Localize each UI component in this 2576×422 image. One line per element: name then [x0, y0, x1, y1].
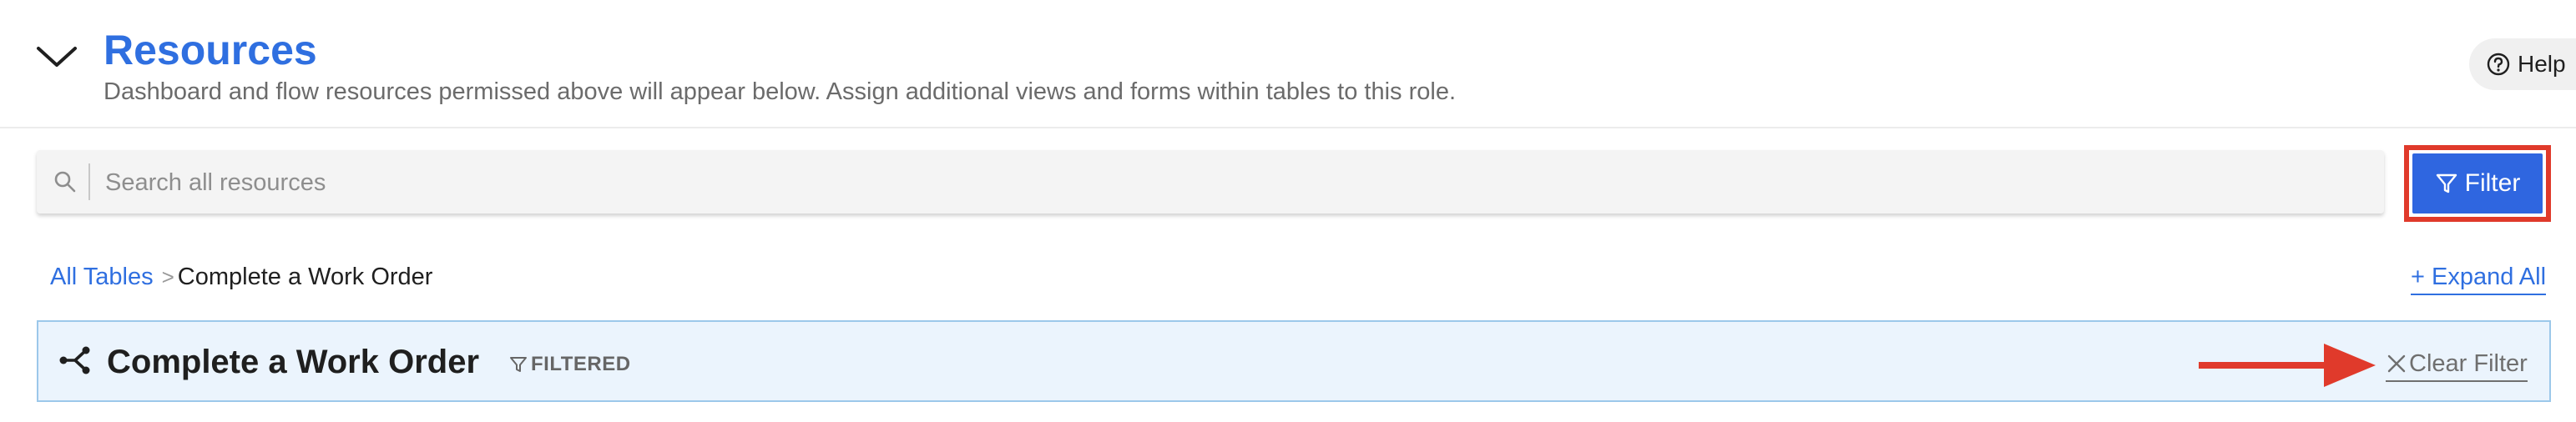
resources-header: Resources Dashboard and flow resources p…	[0, 0, 2576, 128]
chevron-down-icon[interactable]	[33, 40, 80, 73]
resource-group-row[interactable]: Complete a Work Order FILTERED	[37, 320, 2551, 402]
help-button[interactable]: Help	[2469, 38, 2576, 90]
clear-filter-label: Clear Filter	[2409, 350, 2528, 377]
clear-filter-button[interactable]: Clear Filter	[2386, 349, 2528, 382]
resources-page: Resources Dashboard and flow resources p…	[0, 0, 2576, 422]
search-input[interactable]	[104, 150, 2361, 215]
help-label: Help	[2518, 51, 2566, 77]
breadcrumb: All Tables > Complete a Work Order	[50, 262, 432, 292]
filter-button[interactable]: Filter	[2412, 153, 2543, 214]
filtered-badge: FILTERED	[509, 352, 631, 377]
breadcrumb-all-tables[interactable]: All Tables	[50, 262, 154, 292]
filter-label: Filter	[2464, 169, 2521, 197]
group-title: Complete a Work Order	[107, 344, 480, 380]
filtered-label: FILTERED	[531, 353, 631, 375]
breadcrumb-separator: >	[161, 264, 174, 289]
search-bar	[37, 150, 2384, 215]
close-icon	[2387, 354, 2406, 373]
arrow-right-icon	[2199, 344, 2376, 387]
flow-branch-icon	[59, 346, 90, 374]
page-title: Resources	[104, 27, 317, 73]
question-circle-icon	[2487, 53, 2510, 76]
filter-funnel-icon	[2436, 173, 2457, 193]
filter-funnel-icon	[510, 357, 527, 372]
breadcrumb-current: Complete a Work Order	[177, 264, 433, 290]
search-icon	[54, 171, 76, 193]
search-divider	[88, 163, 90, 200]
expand-all-link[interactable]: + Expand All	[2411, 262, 2547, 295]
page-subtitle: Dashboard and flow resources permissed a…	[104, 78, 1457, 105]
